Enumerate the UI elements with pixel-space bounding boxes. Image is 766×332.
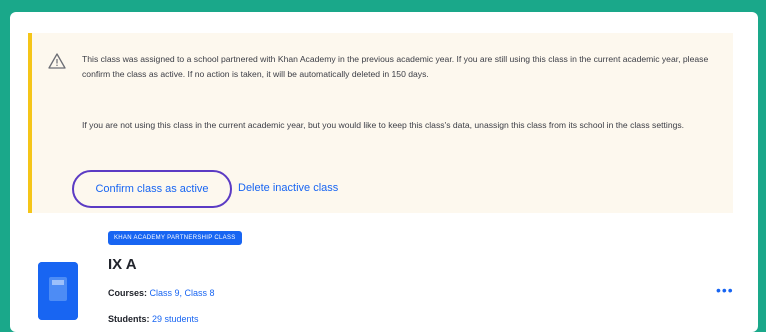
more-options-icon[interactable]: •••: [716, 282, 734, 298]
notice-paragraph-2: If you are not using this class in the c…: [82, 120, 685, 130]
partnership-badge: KHAN ACADEMY PARTNERSHIP CLASS: [108, 231, 242, 245]
courses-label: Courses:: [108, 288, 148, 298]
inactive-class-notice: This class was assigned to a school part…: [28, 33, 733, 213]
class-name[interactable]: IX A: [108, 256, 137, 273]
students-row: Students: 29 students: [108, 314, 199, 324]
class-calculator-icon: [38, 262, 78, 320]
notice-paragraph-1: This class was assigned to a school part…: [82, 54, 709, 79]
confirm-class-active-button[interactable]: Confirm class as active: [72, 170, 232, 208]
delete-inactive-class-link[interactable]: Delete inactive class: [238, 182, 338, 194]
courses-link[interactable]: Class 9, Class 8: [150, 288, 215, 298]
warning-triangle-icon: [48, 53, 66, 69]
courses-row: Courses: Class 9, Class 8: [108, 288, 215, 298]
students-link[interactable]: 29 students: [152, 314, 199, 324]
students-label: Students:: [108, 314, 150, 324]
